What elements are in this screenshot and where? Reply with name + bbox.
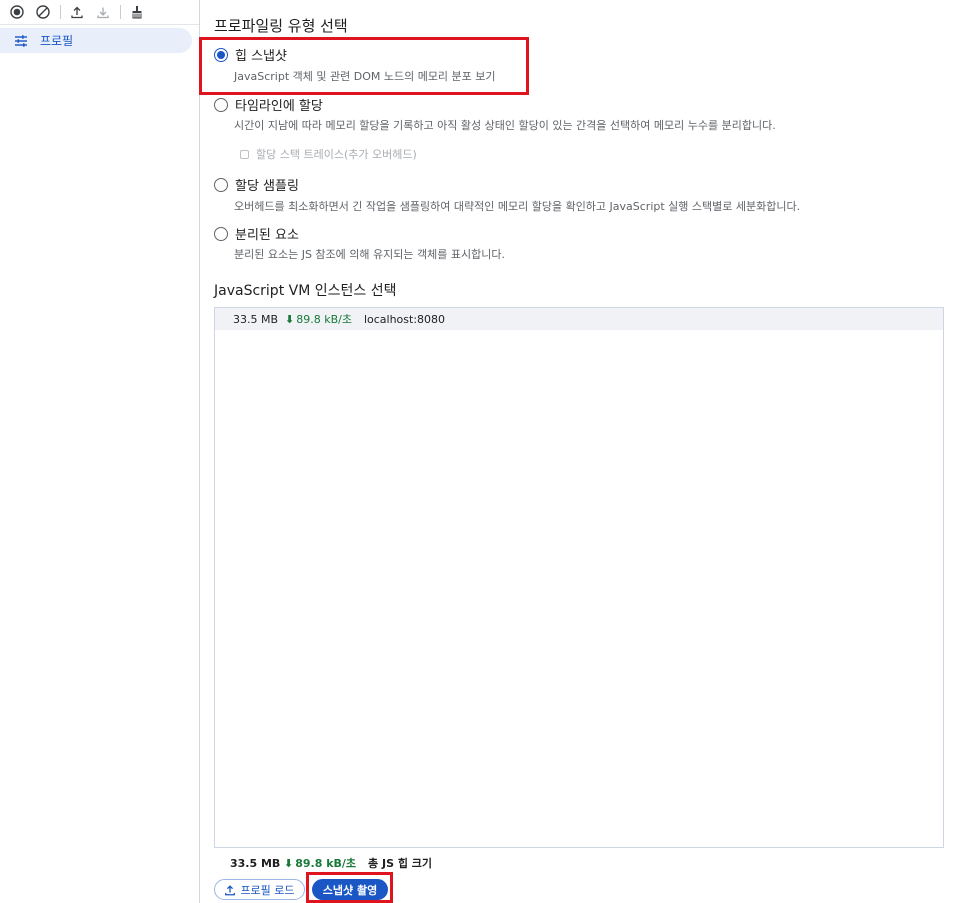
upload-icon — [71, 6, 83, 19]
down-arrow-icon: ⬇ — [285, 312, 295, 326]
total-heap-size: 33.5 MB — [230, 856, 281, 870]
stack-trace-checkbox[interactable] — [240, 149, 249, 159]
take-snapshot-button[interactable]: 스냅샷 촬영 — [312, 879, 388, 900]
option-allocation-timeline[interactable]: 타임라인에 할당 — [214, 95, 323, 114]
down-arrow-icon: ⬇ — [284, 856, 294, 870]
sidebar-item-label: 프로필 — [40, 34, 74, 48]
toolbar-separator — [120, 5, 121, 19]
vm-speed: ⬇ 89.8 kB/초 — [285, 311, 352, 327]
profiling-type-title: 프로파일링 유형 선택 — [214, 17, 348, 35]
option-detached-elements[interactable]: 분리된 요소 — [214, 224, 299, 243]
vm-host: localhost:8080 — [363, 312, 446, 326]
option-allocation-sampling[interactable]: 할당 샘플링 — [214, 175, 299, 194]
load-profile-toolbar-button[interactable] — [66, 1, 88, 23]
toolbar — [0, 0, 199, 25]
load-profile-button[interactable]: 프로필 로드 — [214, 879, 305, 900]
radio-detached-elements[interactable] — [214, 226, 228, 241]
total-heap-label: 총 JS 힙 크기 — [368, 857, 433, 870]
upload-icon — [225, 884, 236, 895]
download-icon — [97, 7, 109, 19]
record-icon — [10, 5, 24, 19]
collect-garbage-button[interactable] — [126, 1, 148, 23]
save-profile-toolbar-button[interactable] — [92, 1, 114, 23]
clear-button[interactable] — [32, 1, 54, 23]
record-button[interactable] — [6, 1, 28, 23]
option-heap-snapshot[interactable]: 힙 스냅샷 — [214, 45, 287, 64]
option-label: 할당 샘플링 — [235, 179, 299, 194]
tune-icon — [15, 34, 27, 47]
total-heap-row: 33.5 MB ⬇ 89.8 kB/초 총 JS 힙 크기 — [230, 855, 432, 871]
option-description: 분리된 요소는 JS 참조에 의해 유지되는 객체를 표시합니다. — [234, 248, 505, 261]
toolbar-separator — [60, 5, 61, 19]
radio-allocation-sampling[interactable] — [214, 177, 228, 192]
vm-heap-size: 33.5 MB — [233, 312, 279, 326]
radio-allocation-timeline[interactable] — [214, 97, 228, 112]
option-description: 오버헤드를 최소화하면서 긴 작업을 샘플링하여 대략적인 메모리 할당을 확인… — [234, 200, 801, 213]
option-label: 타임라인에 할당 — [235, 99, 323, 114]
option-description: 시간이 지남에 따라 메모리 할당을 기록하고 아직 활성 상태인 할당이 있는… — [234, 119, 776, 132]
option-label: 분리된 요소 — [235, 228, 299, 243]
radio-heap-snapshot[interactable] — [214, 47, 228, 62]
sidebar-item-profiles[interactable]: 프로필 — [0, 28, 192, 53]
stack-trace-label: 할당 스택 트레이스(추가 오버헤드) — [256, 148, 417, 161]
vm-speed-value: 89.8 kB/초 — [296, 313, 352, 326]
load-profile-label: 프로필 로드 — [240, 883, 295, 897]
option-description: JavaScript 객체 및 관련 DOM 노드의 메모리 분포 보기 — [234, 70, 496, 83]
option-label: 힙 스냅샷 — [235, 49, 287, 64]
stack-trace-checkbox-row[interactable]: 할당 스택 트레이스(추가 오버헤드) — [240, 146, 417, 162]
vm-instance-list: 33.5 MB ⬇ 89.8 kB/초 localhost:8080 — [214, 307, 944, 848]
garbage-collect-icon — [132, 6, 142, 19]
total-speed-value: 89.8 kB/초 — [295, 857, 357, 870]
sidebar: 프로필 — [0, 0, 200, 903]
vm-instance-row[interactable]: 33.5 MB ⬇ 89.8 kB/초 localhost:8080 — [215, 308, 943, 330]
vm-instances-title: JavaScript VM 인스턴스 선택 — [214, 283, 397, 299]
clear-icon — [36, 5, 50, 19]
total-speed: ⬇ 89.8 kB/초 — [284, 855, 356, 871]
